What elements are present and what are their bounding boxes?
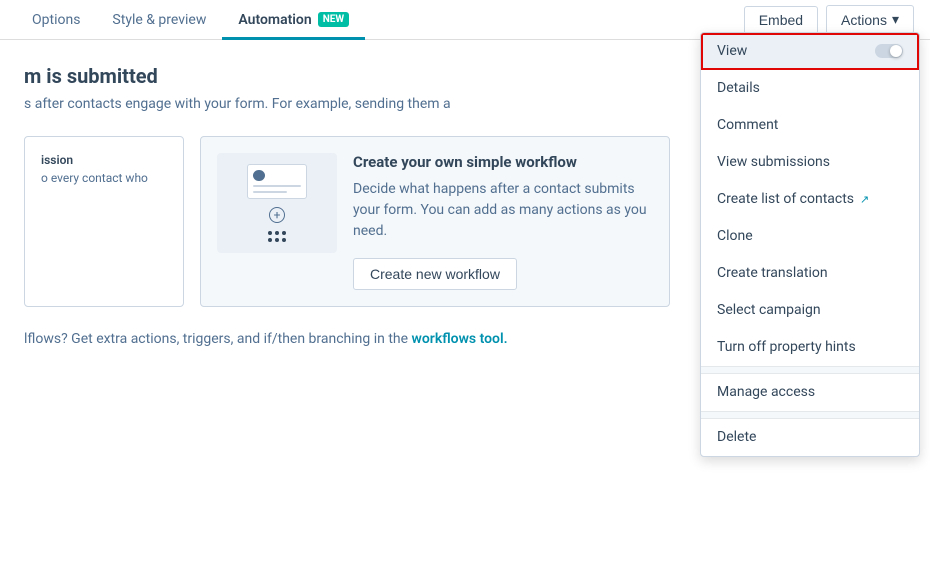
chevron-down-icon: ▾	[892, 11, 899, 28]
workflow-card-title: Create your own simple workflow	[353, 153, 653, 171]
create-workflow-button[interactable]: Create new workflow	[353, 258, 517, 290]
submission-card: ission o every contact who	[24, 136, 184, 307]
form-line-1	[253, 185, 301, 187]
dropdown-item-select-campaign[interactable]: Select campaign	[701, 292, 919, 329]
form-icon	[247, 164, 307, 199]
workflow-illustration: +	[217, 153, 337, 253]
dropdown-item-clone[interactable]: Clone	[701, 218, 919, 255]
tab-style-preview[interactable]: Style & preview	[96, 0, 222, 40]
dropdown-item-create-translation[interactable]: Create translation	[701, 255, 919, 292]
main-content: m is submitted s after contacts engage w…	[0, 40, 680, 347]
workflow-card: + Create your own simple workflow Decide…	[200, 136, 670, 307]
actions-button[interactable]: Actions ▾	[826, 5, 914, 34]
form-line-2	[253, 191, 287, 193]
dropdown-item-comment[interactable]: Comment	[701, 107, 919, 144]
workflow-card-desc: Decide what happens after a contact subm…	[353, 179, 653, 242]
dropdown-item-view[interactable]: View	[701, 33, 919, 70]
toggle-knob	[890, 45, 902, 57]
external-link-icon: ↗	[860, 193, 869, 206]
workflow-cards: ission o every contact who +	[24, 136, 680, 307]
workflows-tool-link[interactable]: workflows tool.	[412, 331, 508, 347]
submission-card-desc: o every contact who	[41, 171, 167, 185]
tab-automation[interactable]: Automation NEW	[222, 0, 365, 40]
embed-button[interactable]: Embed	[744, 6, 818, 34]
workflow-card-content: Create your own simple workflow Decide w…	[353, 153, 653, 290]
submission-card-title: ission	[41, 153, 167, 167]
plus-icon: +	[269, 207, 285, 223]
dropdown-item-turn-off-hints[interactable]: Turn off property hints	[701, 329, 919, 366]
view-toggle[interactable]	[875, 44, 903, 58]
tab-options[interactable]: Options	[16, 0, 96, 40]
dropdown-item-delete[interactable]: Delete	[701, 419, 919, 456]
dropdown-item-view-submissions[interactable]: View submissions	[701, 144, 919, 181]
new-badge: NEW	[318, 12, 349, 27]
bottom-text: lflows? Get extra actions, triggers, and…	[24, 331, 680, 347]
dropdown-item-create-list[interactable]: Create list of contacts ↗	[701, 181, 919, 218]
avatar-icon	[253, 170, 265, 181]
page-subtitle: s after contacts engage with your form. …	[24, 96, 680, 112]
dropdown-section-divider-2	[701, 411, 919, 419]
dots-grid	[268, 231, 286, 242]
dropdown-section-divider-1	[701, 366, 919, 374]
actions-dropdown: View Details Comment View submissions Cr…	[700, 32, 920, 457]
page-title: m is submitted	[24, 64, 680, 88]
dropdown-item-details[interactable]: Details	[701, 70, 919, 107]
dropdown-item-manage-access[interactable]: Manage access	[701, 374, 919, 411]
